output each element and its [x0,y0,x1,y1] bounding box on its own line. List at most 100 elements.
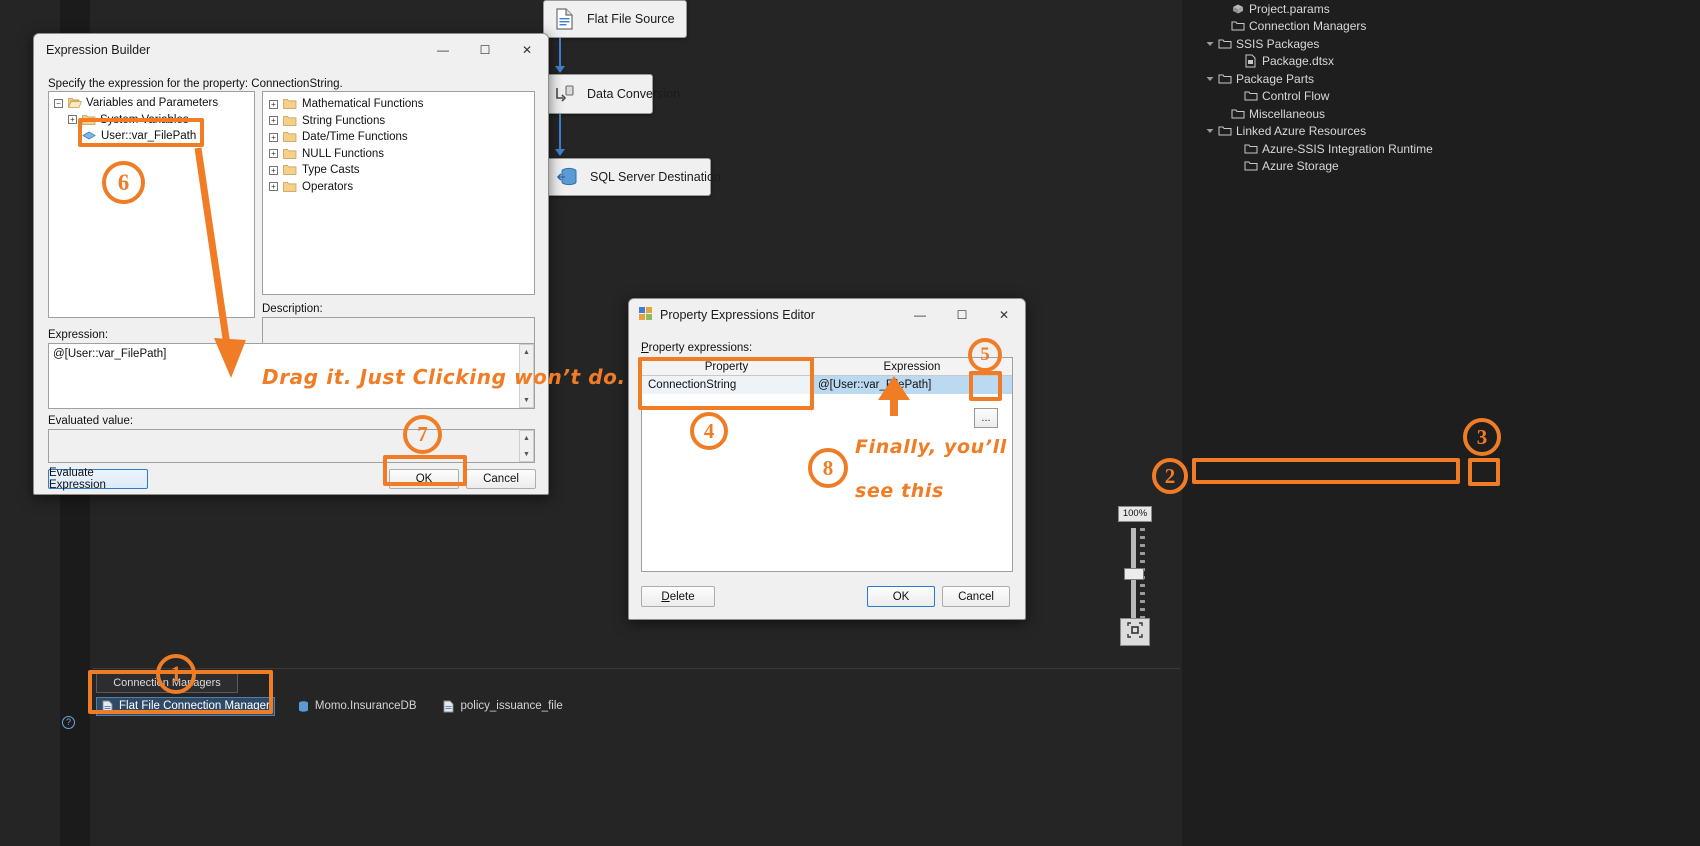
twisty-expanded-icon[interactable] [1203,127,1216,135]
delete-button[interactable]: Delete [641,586,715,607]
folder-icon [282,131,298,143]
evaluate-expression-button[interactable]: Evaluate Expression [48,467,148,491]
tree-item-miscellaneous[interactable]: Miscellaneous [1190,105,1690,123]
tree-item-azure-storage[interactable]: Azure Storage [1190,158,1690,176]
property-expressions-editor-dialog[interactable]: Property Expressions Editor — ☐ ✕ Proper… [628,298,1026,620]
variable-icon [81,130,97,142]
tree-item-label: Control Flow [1262,89,1330,104]
tree-item-variables-and-parameters[interactable]: − Variables and Parameters [49,95,254,112]
cell-property[interactable]: ConnectionString [642,376,812,394]
tree-item-package-parts[interactable]: Package Parts [1190,70,1690,88]
dataflow-node-sql-server-destination[interactable]: SQL Server Destination [546,158,721,196]
minimize-button[interactable]: — [422,35,464,65]
scroll-down-icon[interactable]: ▼ [520,393,533,407]
tree-item-label: Miscellaneous [1249,106,1326,121]
help-icon[interactable]: ? [62,716,75,729]
tree-item-label: User::var_FilePath [101,130,197,143]
connection-manager-momo-insurancedb[interactable]: Momo.InsuranceDB [293,698,421,715]
expression-value: @[User::var_FilePath] [53,348,167,360]
expression-builder-cancel-button[interactable]: Cancel [466,469,536,489]
property-expressions-ok-button[interactable]: OK [867,586,935,607]
collapse-minus-icon[interactable]: − [54,98,63,108]
variables-tree[interactable]: − Variables and Parameters + System Vari… [49,92,254,145]
connection-manager-flat-file[interactable]: Flat File Connection Manager [96,696,275,716]
tree-item-package-dtsx[interactable]: Package.dtsx [1190,53,1690,71]
scroll-up-icon[interactable]: ▲ [520,345,533,359]
tree-item-control-flow[interactable]: Control Flow [1190,88,1690,106]
expand-plus-icon[interactable]: + [269,182,278,192]
folder-icon [1216,37,1233,51]
expand-plus-icon[interactable]: + [269,149,278,159]
dataflow-node-flat-file-source[interactable]: Flat File Source [543,0,687,38]
maximize-button[interactable]: ☐ [941,300,983,330]
fit-to-window-button[interactable] [1120,618,1150,646]
tree-item-project-params[interactable]: Project.params [1190,0,1690,18]
zoom-thumb[interactable] [1124,568,1144,580]
tree-item-label: Package Parts [1236,71,1315,86]
expand-plus-icon[interactable]: + [269,132,278,142]
maximize-button[interactable]: ☐ [464,35,506,65]
tree-item-system-variables[interactable]: + System Variables [49,112,254,129]
evaluated-scrollbar[interactable]: ▲ ▼ [519,430,534,462]
expression-builder-ok-button[interactable]: OK [389,469,459,489]
cell-property-empty[interactable] [642,394,812,412]
property-expressions-titlebar[interactable]: Property Expressions Editor — ☐ ✕ [629,299,1025,330]
expression-builder-dialog[interactable]: Expression Builder — ☐ ✕ Specify the exp… [33,33,549,495]
variables-panel[interactable]: − Variables and Parameters + System Vari… [48,91,255,318]
tree-item-linked-azure-resources[interactable]: Linked Azure Resources [1190,123,1690,141]
folder-icon [282,115,298,127]
grid-row[interactable]: ConnectionString @[User::var_FilePath] [642,376,1012,394]
folder-icon [1242,159,1259,173]
tree-item-label: NULL Functions [302,147,385,160]
close-button[interactable]: ✕ [983,300,1025,330]
tree-item-operators[interactable]: + Operators [269,179,534,196]
expand-plus-icon[interactable]: + [269,165,278,175]
column-header-property[interactable]: Property [642,358,812,375]
functions-tree[interactable]: + Mathematical Functions + String Functi… [263,92,534,195]
column-header-expression[interactable]: Expression [812,358,1012,375]
folder-icon [1229,19,1246,33]
folder-open-icon [67,97,83,109]
node-label: Flat File Source [587,12,675,26]
tree-item-string-functions[interactable]: + String Functions [269,113,534,130]
expand-plus-icon[interactable]: + [68,115,77,125]
expression-builder-titlebar[interactable]: Expression Builder — ☐ ✕ [34,34,548,65]
description-box [262,317,535,345]
tree-item-null-functions[interactable]: + NULL Functions [269,146,534,163]
twisty-expanded-icon[interactable] [1203,75,1216,83]
data-conversion-icon [552,81,578,107]
db-icon [297,700,310,713]
connection-manager-policy-issuance-file[interactable]: policy_issuance_file [438,698,566,715]
label-rest: roperty expressions: [648,342,753,354]
folder-icon [282,98,298,110]
tree-item-ssis-packages[interactable]: SSIS Packages [1190,35,1690,53]
dataflow-node-data-conversion[interactable]: Data Conversion [543,74,680,114]
scroll-up-icon[interactable]: ▲ [520,431,533,445]
scroll-down-icon[interactable]: ▼ [520,447,533,461]
connection-managers-tab[interactable]: Connection Managers [96,673,238,693]
property-expressions-grid[interactable]: Property Expression ConnectionString @[U… [641,357,1013,572]
expression-ellipsis-button[interactable]: ... [974,408,998,428]
expand-plus-icon[interactable]: + [269,99,278,109]
tree-item-connection-managers[interactable]: Connection Managers [1190,18,1690,36]
flat-file-icon [101,700,114,713]
property-expressions-cancel-button[interactable]: Cancel [942,586,1010,607]
tree-item-azure-ssis-integration-runtime[interactable]: Azure-SSIS Integration Runtime [1190,140,1690,158]
expression-scrollbar[interactable]: ▲ ▼ [519,344,534,408]
tree-item-type-casts[interactable]: + Type Casts [269,162,534,179]
solution-explorer-tree[interactable]: Project.params Connection Managers SSIS … [1190,0,1690,370]
cell-expression[interactable]: @[User::var_FilePath] [812,376,1012,394]
tree-item-user-var-filepath[interactable]: User::var_FilePath [49,128,254,145]
twisty-expanded-icon[interactable] [1203,40,1216,48]
folder-icon [1216,72,1233,86]
folder-icon [1229,107,1246,121]
minimize-button[interactable]: — [899,300,941,330]
close-button[interactable]: ✕ [506,35,548,65]
tree-item-datetime-functions[interactable]: + Date/Time Functions [269,129,534,146]
functions-panel[interactable]: + Mathematical Functions + String Functi… [262,91,535,295]
tree-item-mathematical-functions[interactable]: + Mathematical Functions [269,96,534,113]
expand-plus-icon[interactable]: + [269,116,278,126]
tree-item-label: Linked Azure Resources [1236,124,1367,139]
expression-textarea[interactable]: @[User::var_FilePath] ▲ ▼ [48,343,535,409]
grid-row-empty[interactable] [642,394,1012,412]
